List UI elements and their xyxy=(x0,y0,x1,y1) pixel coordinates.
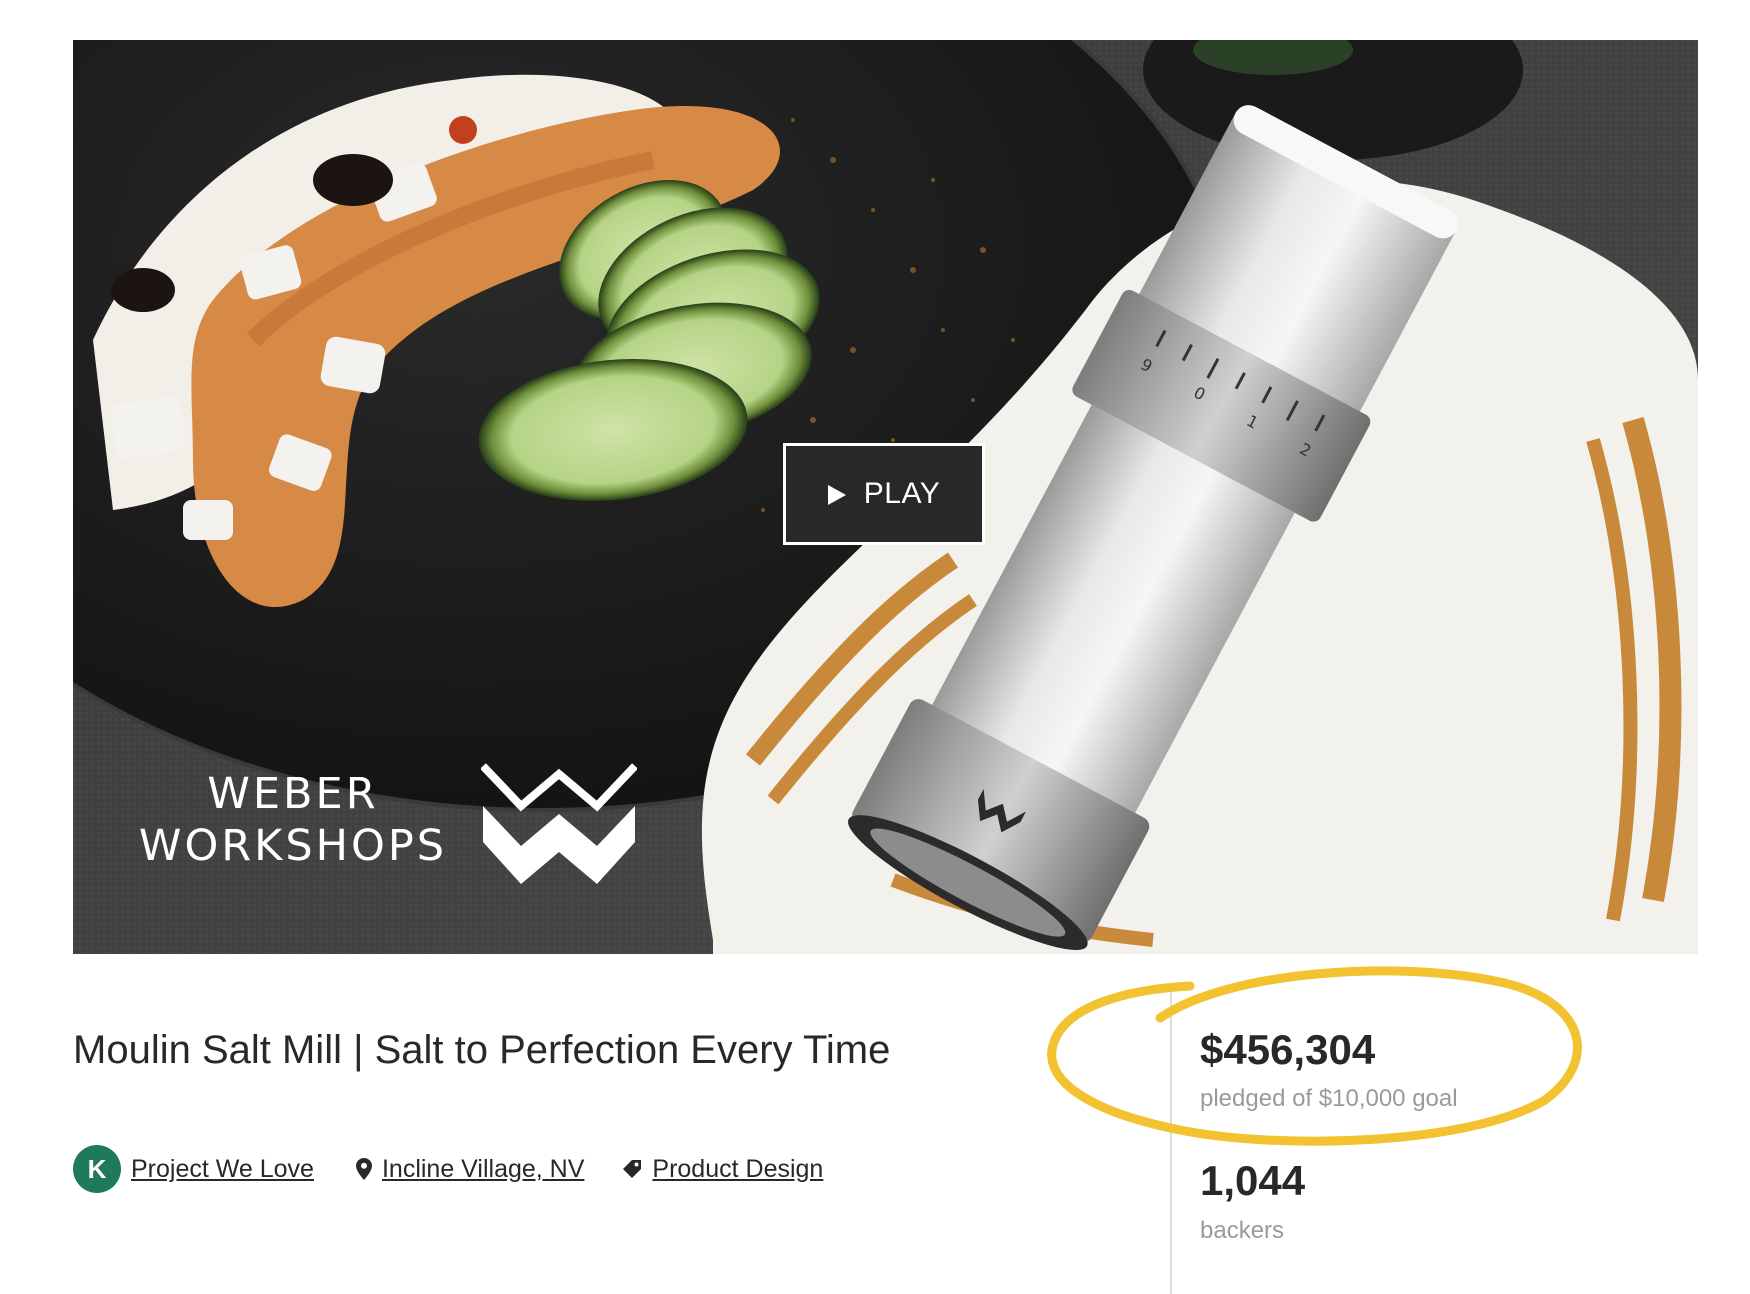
backers-count: 1,044 xyxy=(1200,1157,1306,1204)
kickstarter-project-page: 9 0 1 2 WEBER WORKSHOPS PLAY Moulin Salt… xyxy=(0,0,1750,1294)
brand-wordmark: WEBER WORKSHOPS xyxy=(123,768,463,872)
play-label: PLAY xyxy=(863,477,941,510)
category-link[interactable]: Product Design xyxy=(622,1155,823,1184)
project-we-love-link[interactable]: Project We Love xyxy=(131,1155,314,1184)
tag-icon xyxy=(623,1160,642,1178)
brand-line-1: WEBER xyxy=(207,769,379,819)
category-label: Product Design xyxy=(652,1154,824,1183)
kickstarter-k-badge-icon: K xyxy=(73,1145,121,1193)
project-video[interactable]: 9 0 1 2 WEBER WORKSHOPS PLAY xyxy=(73,40,1698,954)
location-label: Incline Village, NV xyxy=(381,1154,585,1183)
play-triangle-icon xyxy=(827,484,846,505)
backers-label: backers xyxy=(1200,1217,1285,1244)
pledged-goal-label: pledged of $10,000 goal xyxy=(1200,1085,1458,1112)
brand-line-2: WORKSHOPS xyxy=(138,821,448,871)
project-title: Moulin Salt Mill | Salt to Perfection Ev… xyxy=(73,1028,891,1072)
weber-workshops-logo-icon xyxy=(481,763,637,884)
play-button[interactable]: PLAY xyxy=(783,443,985,545)
project-we-love-label: Project We Love xyxy=(131,1154,314,1183)
pledged-amount: $456,304 xyxy=(1200,1026,1376,1073)
location-link[interactable]: Incline Village, NV xyxy=(355,1154,585,1184)
stats-divider xyxy=(1170,990,1172,1294)
map-pin-icon xyxy=(355,1158,372,1180)
project-meta-row: K Project We Love Incline Village, NV Pr… xyxy=(73,1145,823,1193)
